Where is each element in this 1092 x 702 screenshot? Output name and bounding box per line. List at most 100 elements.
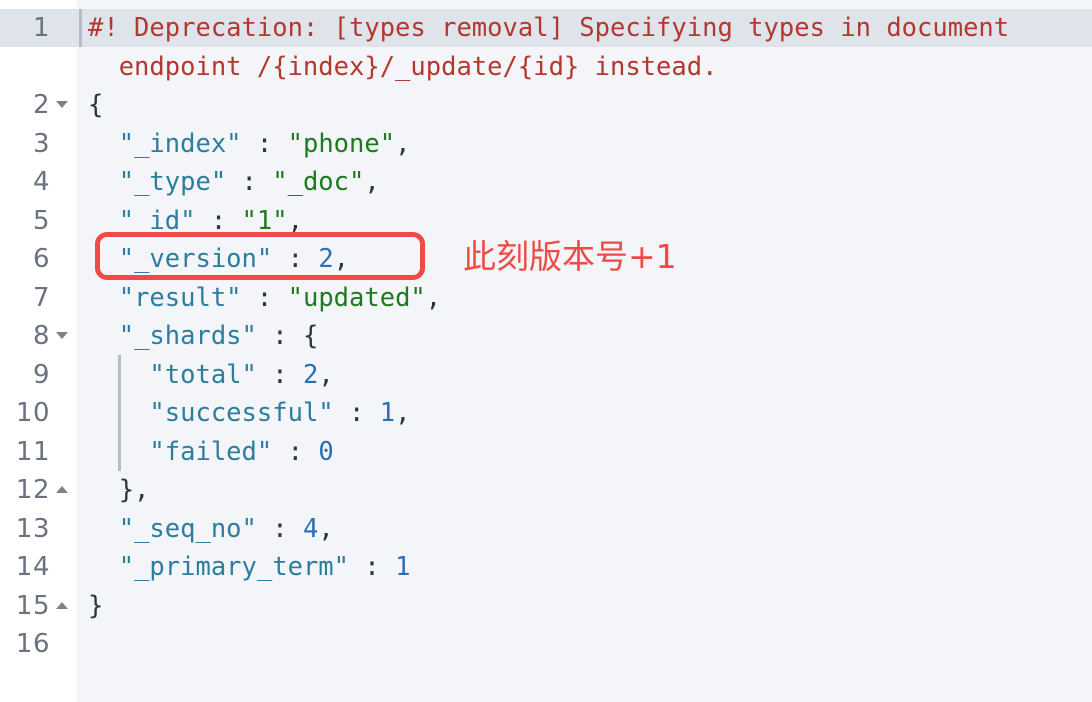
code-token: , (425, 282, 442, 313)
line-number: 14 (15, 552, 50, 582)
code-line-text: "failed" : 0 (88, 433, 334, 471)
line-number: 11 (15, 436, 50, 467)
code-token: endpoint /{index}/_update/{id} instead. (88, 51, 718, 82)
code-token: , (318, 359, 334, 390)
code-token: : (256, 359, 303, 390)
code-line-text: "_primary_term" : 1 (88, 548, 411, 586)
fold-expand-icon[interactable] (56, 601, 68, 609)
gutter-cell: 16 (0, 625, 77, 663)
code-token: "result" (118, 282, 242, 313)
code-token: 1 (379, 398, 396, 428)
code-token: "successful" (149, 398, 334, 428)
gutter-cell: 12 (0, 471, 77, 509)
code-token: , (395, 128, 411, 159)
code-token: "_doc" (272, 167, 365, 197)
code-line-text: "_seq_no" : 4, (88, 510, 334, 548)
code-token: "_primary_term" (118, 552, 350, 582)
code-line-text: "_type" : "_doc", (88, 163, 380, 201)
json-response-editor[interactable]: 1 #! Deprecation: [types removal] Specify… (0, 0, 1092, 702)
code-token: }, (88, 475, 150, 505)
line-number: 13 (15, 513, 50, 544)
code-token: : (349, 552, 396, 582)
fold-expand-icon[interactable] (56, 486, 68, 493)
code-token: "1" (241, 205, 288, 236)
code-line[interactable]: 1 #! Deprecation: [types removal] Specify… (0, 9, 1092, 47)
code-token: 1 (395, 552, 411, 582)
code-token: "_shards" (118, 321, 257, 351)
code-line[interactable]: endpoint /{index}/_update/{id} instead. (0, 48, 1092, 86)
code-token: { (88, 90, 104, 120)
line-number: 6 (32, 244, 50, 274)
line-number: 2 (32, 90, 50, 120)
gutter-cell: 13 (0, 510, 77, 548)
code-line[interactable]: 3 "_index" : "phone", (0, 125, 1092, 163)
code-line[interactable]: 13 "_seq_no" : 4, (0, 510, 1092, 548)
line-number: 9 (32, 359, 50, 390)
line-number: 4 (32, 167, 50, 197)
line-number: 7 (32, 282, 50, 313)
code-token: : (226, 167, 273, 197)
code-line[interactable]: 11 "failed" : 0 (0, 433, 1092, 471)
code-token: : (333, 398, 380, 428)
code-line-text: "_shards" : { (88, 317, 319, 355)
code-line-text: { (88, 86, 103, 124)
gutter-cell: 15 (0, 587, 77, 625)
gutter-cell: 2 (0, 86, 77, 124)
code-token: { (302, 321, 319, 351)
code-token: 4 (302, 513, 319, 544)
code-line[interactable]: 7 "result" : "updated", (0, 279, 1092, 317)
gutter-cell: 5 (0, 202, 77, 240)
line-number: 5 (32, 205, 50, 236)
code-token: : (272, 436, 319, 467)
fold-collapse-icon[interactable] (56, 101, 68, 108)
code-line-text: "successful" : 1, (88, 394, 410, 432)
code-line-text: } (88, 587, 103, 625)
line-number (0, 48, 50, 86)
code-line-text: "_index" : "phone", (88, 125, 411, 163)
code-token: "_index" (118, 128, 242, 159)
code-line[interactable]: 10 "successful" : 1, (0, 394, 1092, 432)
code-token: "total" (149, 359, 257, 390)
code-token: "_id" (118, 205, 196, 236)
code-token: #! Deprecation: [types removal] Specifyi… (88, 13, 1010, 43)
line-number: 10 (15, 398, 50, 428)
code-token: , (287, 205, 303, 236)
screenshot-root: 1 #! Deprecation: [types removal] Specify… (0, 0, 1092, 702)
code-line[interactable]: 15} (0, 587, 1092, 625)
gutter-cell: 8 (0, 317, 77, 355)
code-line[interactable]: 12 }, (0, 471, 1092, 509)
code-token: , (395, 398, 411, 428)
code-token: , (364, 167, 380, 197)
code-line[interactable]: 14 "_primary_term" : 1 (0, 548, 1092, 586)
code-token: "updated" (287, 282, 426, 313)
code-token: "_seq_no" (118, 513, 257, 544)
gutter-cell: 4 (0, 163, 77, 201)
code-token: : (256, 513, 303, 544)
code-line[interactable]: 9 "total" : 2, (0, 356, 1092, 394)
indent-guide-line1 (79, 9, 82, 47)
line-number: 12 (15, 475, 50, 505)
code-line-text: endpoint /{index}/_update/{id} instead. (88, 48, 718, 86)
gutter-cell: 10 (0, 394, 77, 432)
line-number: 1 (32, 13, 50, 43)
version-annotation-note: 此刻版本号+1 (463, 237, 677, 276)
gutter-cell: 11 (0, 433, 77, 471)
line-number: 8 (32, 321, 50, 351)
code-line[interactable]: 16 (0, 625, 1092, 663)
code-token: : (241, 128, 288, 159)
gutter-cell: 6 (0, 240, 77, 278)
code-line[interactable]: 2{ (0, 86, 1092, 124)
code-line[interactable]: 4 "_type" : "_doc", (0, 163, 1092, 201)
code-line[interactable]: 8 "_shards" : { (0, 317, 1092, 355)
code-token: 0 (318, 436, 334, 467)
line-number: 3 (32, 128, 50, 159)
code-line-text: #! Deprecation: [types removal] Specifyi… (88, 9, 1009, 47)
gutter-cell: 14 (0, 548, 77, 586)
fold-collapse-icon[interactable] (56, 332, 68, 339)
